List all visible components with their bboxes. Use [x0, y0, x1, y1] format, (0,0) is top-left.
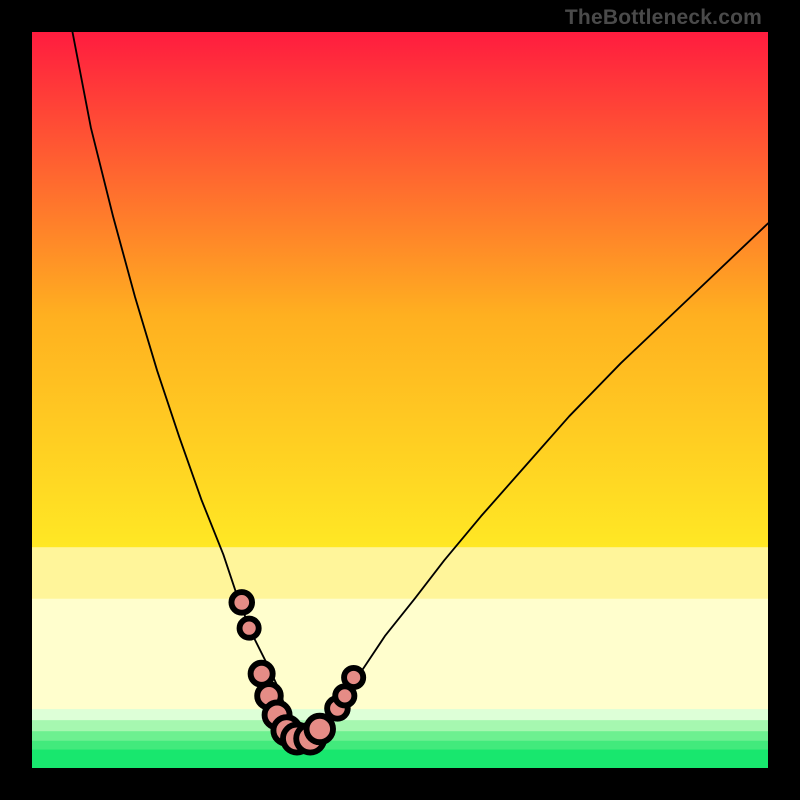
curve-path — [72, 32, 768, 739]
plot-area — [32, 32, 768, 768]
data-marker — [307, 716, 333, 742]
data-marker — [344, 668, 363, 687]
watermark-text: TheBottleneck.com — [565, 6, 762, 30]
outer-frame: TheBottleneck.com — [0, 0, 800, 800]
bottleneck-curve — [32, 32, 768, 768]
data-marker — [240, 619, 259, 638]
data-marker — [231, 592, 252, 613]
